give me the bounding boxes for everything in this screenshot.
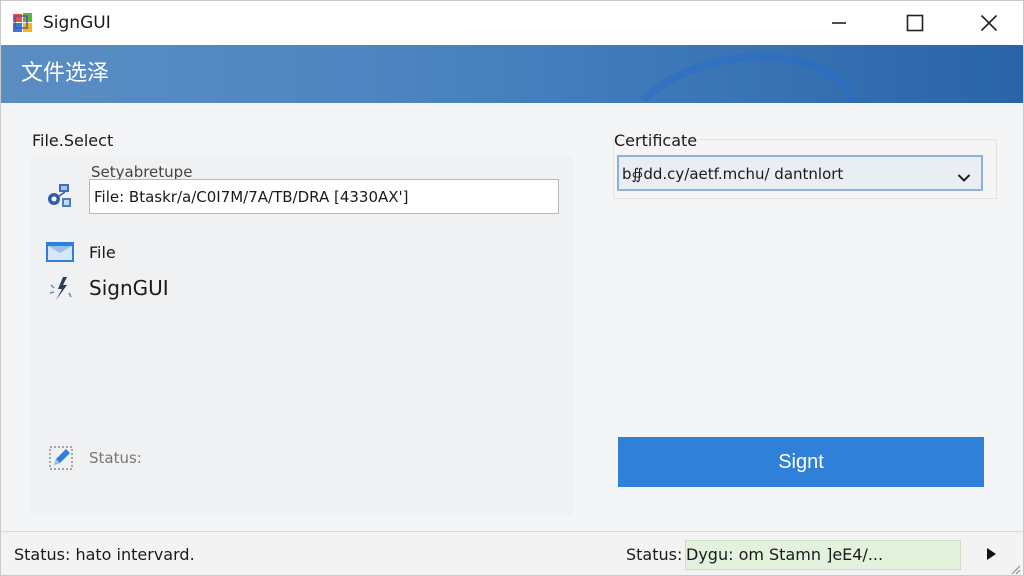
title-bar[interactable]: SignGUI [1,1,1023,45]
status-value-badge: Dygu: om Stamn ]eE4/... [685,540,961,570]
close-icon [980,14,998,32]
chevron-down-icon [957,168,971,187]
list-item-file[interactable]: File [45,239,116,265]
list-item-label: File [89,242,116,262]
maximize-button[interactable] [887,1,943,45]
status-bar: Status: hato intervard. Status: Dygu: om… [1,531,1023,575]
banner-title: 文件选泽 [21,61,110,86]
play-arrow-icon[interactable] [985,546,997,565]
header-banner: 文件选泽 [1,45,1023,103]
signgui-icon [45,275,75,301]
panel-status-label: Status: [89,449,142,467]
file-picker-icon[interactable] [45,181,77,213]
close-button[interactable] [961,1,1017,45]
file-path-input[interactable] [89,179,559,214]
minimize-button[interactable] [811,1,867,45]
panel-status: Status: [47,445,142,471]
file-select-label: File.Select [32,131,114,150]
main-content: File.Select Certificate Setyabretupe b∯d… [1,103,1023,531]
folder-icon [45,239,75,265]
certificate-label: Certificate [614,131,698,150]
status-label: Status: [626,545,683,564]
window-title: SignGUI [43,13,111,33]
certificate-selected-value: b∯dd.cy/aetf.mchu/ dantnlort [622,165,844,183]
resize-grip-icon[interactable] [1009,560,1021,575]
banner-decoration [610,45,868,103]
edit-status-icon [47,445,77,471]
app-window: SignGUI 文件选泽 File.Select Certificate Set… [0,0,1024,576]
list-item-label: SignGUI [89,276,169,300]
status-text: Status: hato intervard. [14,545,195,564]
minimize-icon [832,22,846,24]
sign-button[interactable]: Signt [618,437,984,487]
certificate-dropdown[interactable]: b∯dd.cy/aetf.mchu/ dantnlort [617,155,983,191]
maximize-icon [906,14,924,32]
windows-logo-icon [12,12,34,34]
list-item-signgui[interactable]: SignGUI [45,275,169,301]
